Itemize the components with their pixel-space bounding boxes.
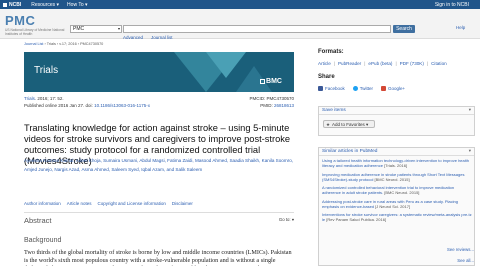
pmid: PMID: 26818613 [260,103,294,108]
format-epub[interactable]: ePub (beta) [368,61,392,66]
author-list[interactable]: Ayeesha Kamran Kamal, Adeel Khoja, Sumai… [24,157,294,174]
journal-list-crumb[interactable]: Journal List [24,42,43,46]
journal-banner[interactable]: Trials BMC [24,52,294,92]
background-heading: Background [24,237,62,244]
twitter-icon [352,86,358,91]
share-heading: Share [318,74,335,80]
chevron-down-icon: ▾ [56,1,60,8]
main-content: Journal List › Trials › v.17; 2016 › PMC… [0,40,300,266]
logo-subtitle: US National Library of Medicine National… [5,28,65,36]
share-twitter[interactable]: Twitter [352,86,373,91]
format-pubreader[interactable]: PubReader [338,61,361,66]
search-button[interactable]: Search [393,25,415,33]
list-item[interactable]: Improving medication adherence in stroke… [322,172,473,182]
article-notes-link[interactable]: Article notes [67,201,92,206]
format-links: Article | PubReader | ePub (beta) | PDF (73… [318,61,447,66]
similar-articles-list: Using a tailored health information tech… [322,158,473,226]
pmid-link[interactable]: 26818613 [274,103,294,108]
citation-line: Trials. 2016; 17: 52. PMCID: PMC4730570 [24,96,294,101]
save-items-header[interactable]: Save items ▾ [319,107,474,115]
list-item[interactable]: Interventions for stroke survivor caregi… [322,212,473,222]
share-facebook[interactable]: Facebook [318,86,345,91]
list-item[interactable]: A randomized controlled behavioral inter… [322,185,473,195]
abstract-text: Two thirds of the global mortality of st… [24,249,292,266]
ncbi-label: NCBI [9,1,22,8]
breadcrumb: Journal List › Trials › v.17; 2016 › PMC… [24,42,103,46]
disclaimer-link[interactable]: Disclaimer [172,201,193,206]
list-item[interactable]: Addressing post-stroke care in rural are… [322,199,473,209]
collapse-icon: ▾ [468,148,471,153]
see-all-link[interactable]: See all... [457,258,474,263]
share-google[interactable]: Google+ [381,86,405,91]
pmcid: PMCID: PMC4730570 [249,96,294,101]
goto-menu[interactable]: Go to: ▾ [279,217,294,223]
breadcrumb-rest: › Trials › v.17; 2016 › PMC4730570 [44,42,104,46]
ncbi-logo-icon [3,2,7,7]
list-item[interactable]: Using a tailored health information tech… [322,158,473,168]
copyright-link[interactable]: Copyright and License information [98,201,166,206]
ncbi-topbar: NCBI Resources ▾ How To ▾ Sign in to NCB… [0,0,480,9]
collapse-icon: ▾ [468,107,471,112]
facebook-icon [318,86,323,91]
author-info-link[interactable]: Author information [24,201,61,206]
search-input[interactable] [123,25,391,33]
chevron-down-icon: ▾ [366,122,369,127]
ncbi-logo[interactable]: NCBI [3,2,21,8]
chevron-down-icon: ▾ [291,217,294,222]
star-icon: ★ [326,122,331,127]
share-links: Facebook Twitter Google+ [318,86,405,91]
header: PMC US National Library of Medicine Nati… [0,9,480,40]
bmc-logo-icon [260,79,266,84]
journal-link[interactable]: Trials [24,96,35,101]
signin-link[interactable]: Sign in to NCBI [435,2,469,8]
similar-articles-header[interactable]: Similar articles in PubMed ▾ [319,148,474,156]
howto-menu[interactable]: How To ▾ [67,2,88,8]
banner-title: Trials [34,65,59,76]
format-pdf[interactable]: PDF (730K) [400,61,424,66]
save-items-panel: Save items ▾ ★ Add to Favorites ▾ [318,106,475,136]
abstract-heading: Abstract Go to: ▾ [24,212,294,225]
publication-line: Published online 2016 Jan 27. doi: 10.11… [24,103,294,108]
chevron-down-icon: ▾ [85,1,88,8]
pmc-logo[interactable]: PMC [5,13,35,28]
formats-heading: Formats: [318,49,344,55]
see-reviews-link[interactable]: See reviews... [447,247,474,252]
format-article[interactable]: Article [318,61,331,66]
format-citation[interactable]: Citation [431,61,447,66]
database-select[interactable]: PMC ▾ [70,25,122,33]
doi-link[interactable]: 10.1186/s13063-016-1175-x [94,103,150,108]
chevron-down-icon: ▾ [117,26,120,31]
add-to-favorites-button[interactable]: ★ Add to Favorites ▾ [323,120,375,128]
resources-menu[interactable]: Resources ▾ [31,2,59,8]
bmc-logo: BMC [260,78,282,85]
article-info-links: Author information Article notes Copyrig… [24,201,294,206]
help-link[interactable]: Help [456,25,465,30]
google-plus-icon [381,86,387,91]
